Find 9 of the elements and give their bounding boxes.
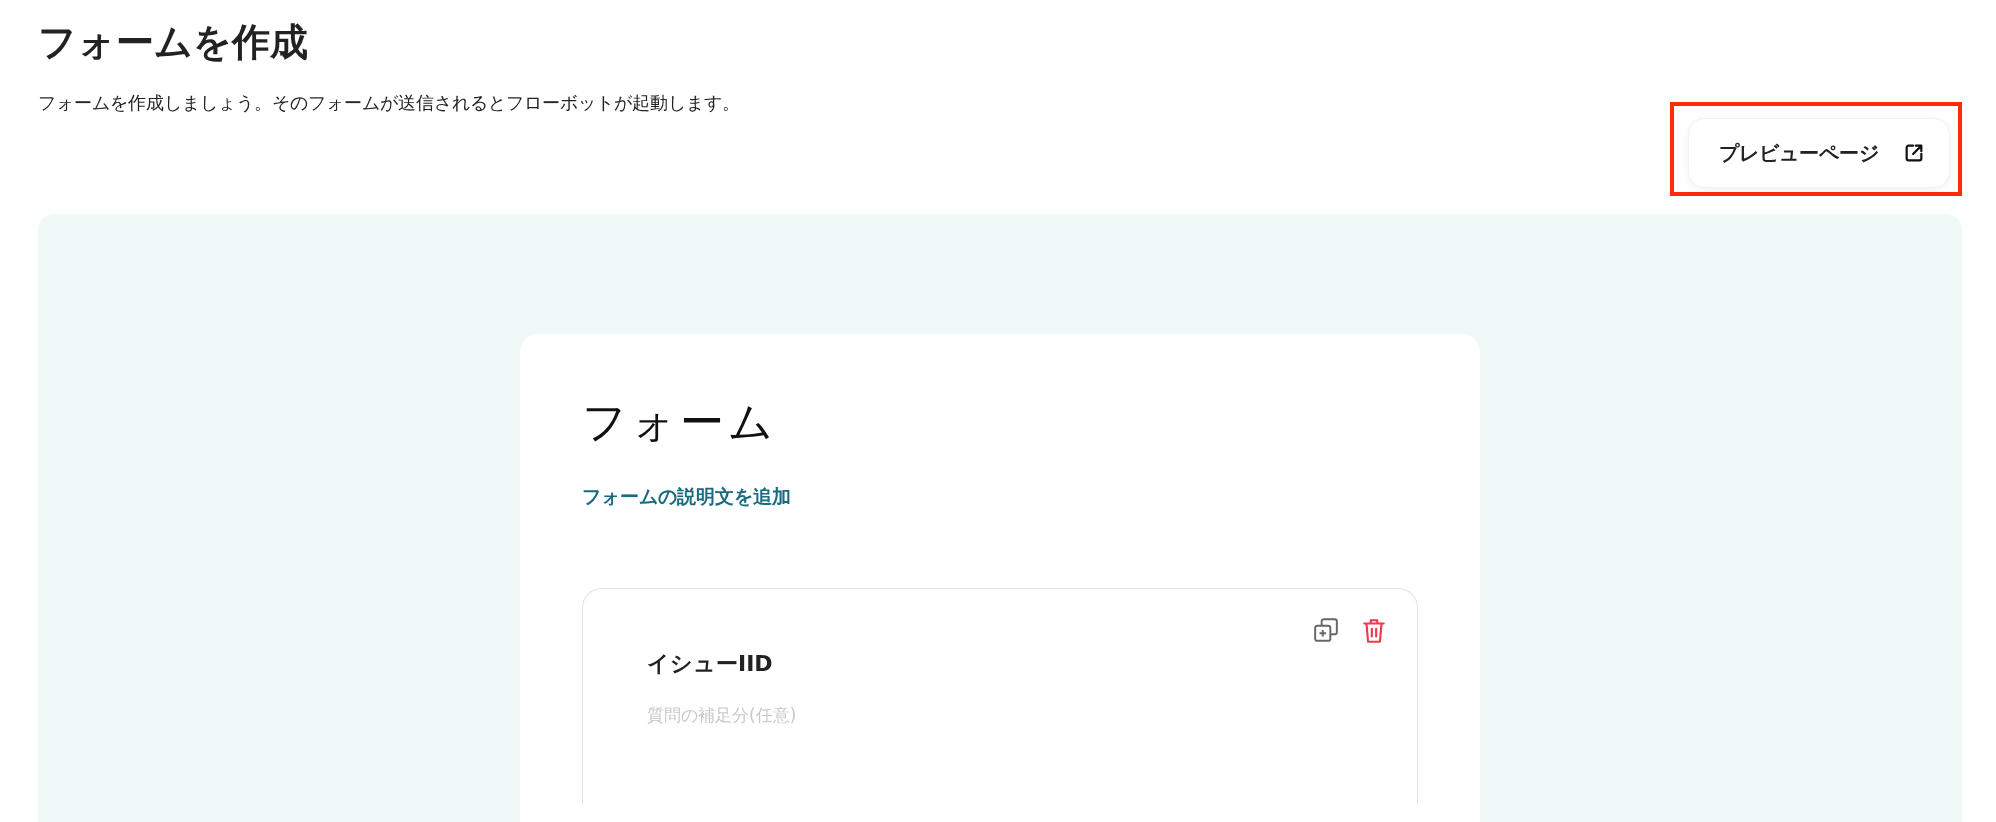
page-title: フォームを作成: [38, 19, 309, 66]
preview-button[interactable]: プレビューページ: [1688, 118, 1950, 188]
question-label: イシューIID: [647, 650, 774, 678]
duplicate-button[interactable]: [1313, 617, 1339, 645]
external-link-icon: [1903, 142, 1925, 164]
delete-button[interactable]: [1361, 617, 1387, 645]
page-description: フォームを作成しましょう。そのフォームが送信されるとフローボットが起動します。: [38, 91, 741, 115]
add-description-link[interactable]: フォームの説明文を追加: [582, 484, 791, 510]
form-title: フォーム: [582, 395, 778, 449]
